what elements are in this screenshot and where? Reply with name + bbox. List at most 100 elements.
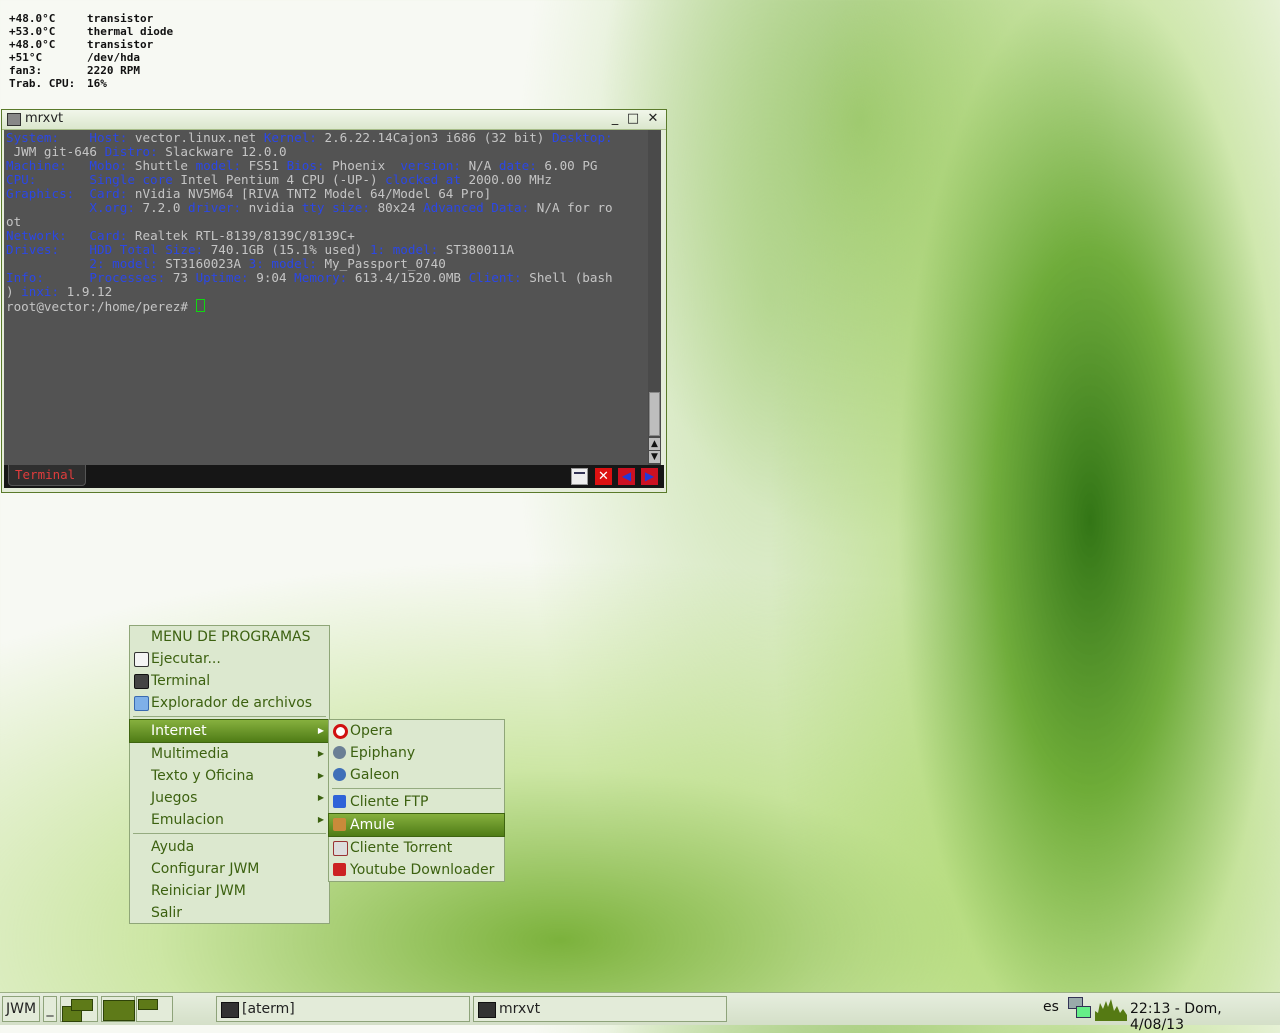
terminal-value: nvidia — [248, 200, 302, 215]
terminal-label: Memory: — [294, 270, 355, 285]
keyboard-layout[interactable]: es — [1043, 999, 1059, 1015]
terminal-value: ot — [6, 214, 22, 229]
terminal-value: Phoenix — [332, 158, 401, 173]
menu-separator — [133, 716, 326, 717]
task-label: [aterm] — [242, 1001, 295, 1017]
window-title: mrxvt — [25, 111, 64, 126]
menu-separator — [133, 833, 326, 834]
terminal-label: Bios: — [286, 158, 333, 173]
terminal-label: 3: model: — [248, 256, 325, 271]
sensor-label: thermal diode — [87, 25, 174, 38]
pager-desktop-2[interactable] — [101, 996, 135, 1022]
terminal-icon — [221, 1002, 239, 1018]
terminal-label: System: Host: — [6, 130, 135, 145]
menu-item-label: Ejecutar... — [151, 651, 221, 667]
sensor-row: Trab. CPU: 16% — [9, 77, 173, 90]
submenu-arrow-icon: ▶ — [317, 771, 324, 780]
prev-tab-icon[interactable]: ◀ — [618, 468, 635, 485]
taskbar: JWM _ [aterm] mrxvt es 22:13 - Dom, 4/08… — [0, 992, 1280, 1033]
menu-item-multimedia[interactable]: Multimedia ▶ — [130, 743, 329, 765]
menu-item-epiphany[interactable]: Epiphany — [329, 742, 504, 764]
menu-item-texto-y-oficina[interactable]: Texto y Oficina ▶ — [130, 765, 329, 787]
sensor-label: 16% — [87, 77, 107, 90]
terminal-line: System: Host: vector.linux.net Kernel: 2… — [6, 131, 613, 145]
terminal-line: ) inxi: 1.9.12 — [6, 285, 112, 299]
menu-item-juegos[interactable]: Juegos ▶ — [130, 787, 329, 809]
maximize-button[interactable]: □ — [624, 111, 642, 126]
folder-icon — [134, 696, 149, 711]
terminal-value: 80x24 — [377, 200, 424, 215]
epiphany-icon — [333, 746, 346, 759]
close-button[interactable]: ✕ — [644, 111, 662, 126]
show-desktop-button[interactable]: _ — [43, 996, 57, 1022]
terminal-icon — [7, 113, 21, 126]
menu-item-explorador-de-archivos[interactable]: Explorador de archivos — [130, 692, 329, 714]
submenu-arrow-icon: ▶ — [317, 726, 324, 735]
terminal-value: 1.9.12 — [66, 284, 113, 299]
terminal-value: 6.00 PG — [544, 158, 598, 173]
terminal-output[interactable]: System: Host: vector.linux.net Kernel: 2… — [4, 130, 648, 465]
menu-item-label: Ayuda — [151, 839, 195, 855]
scroll-down-icon[interactable]: ▼ — [649, 451, 660, 463]
terminal-value: 613.4/1520.0MB — [354, 270, 469, 285]
run-icon — [134, 652, 149, 667]
network-icon[interactable] — [1068, 997, 1091, 1019]
terminal-label: X.org: — [6, 200, 143, 215]
terminal-value: 7.2.0 — [142, 200, 188, 215]
pager-desktop-1[interactable] — [60, 996, 98, 1022]
opera-icon — [333, 724, 348, 739]
window-titlebar[interactable]: mrxvt _ □ ✕ — [2, 110, 666, 130]
terminal-line: Info: Processes: 73 Uptime: 9:04 Memory:… — [6, 271, 613, 285]
menu-item-cliente-ftp[interactable]: Cliente FTP — [329, 791, 504, 813]
scrollbar-thumb[interactable] — [649, 392, 660, 436]
terminal-line: JWM git-646 Distro: Slackware 12.0.0 — [6, 145, 287, 159]
terminal-value: Intel Pentium 4 CPU (-UP-) — [180, 172, 386, 187]
next-tab-icon[interactable]: ▶ — [641, 468, 658, 485]
sensor-value: +48.0°C — [9, 12, 56, 25]
scroll-up-icon[interactable]: ▲ — [649, 438, 660, 450]
new-tab-icon[interactable] — [571, 468, 588, 485]
terminal-value: N/A for ro — [536, 200, 613, 215]
menu-item-ayuda[interactable]: Ayuda — [130, 836, 329, 858]
sensor-row: +53.0°C thermal diode — [9, 25, 173, 38]
menu-item-ejecutar[interactable]: Ejecutar... — [130, 648, 329, 670]
terminal-prompt-line[interactable]: root@vector:/home/perez# — [6, 299, 205, 314]
ftp-icon — [333, 795, 346, 808]
menu-item-emulacion[interactable]: Emulacion ▶ — [130, 809, 329, 831]
terminal-line: Machine: Mobo: Shuttle model: FS51 Bios:… — [6, 159, 598, 173]
sensor-value: fan3: — [9, 64, 43, 77]
terminal-value: 9:04 — [256, 270, 295, 285]
menu-item-opera[interactable]: Opera — [329, 720, 504, 742]
start-button[interactable]: JWM — [2, 996, 40, 1022]
terminal-label: Desktop: — [551, 130, 613, 145]
terminal-scrollbar[interactable]: ▲ ▼ — [648, 130, 661, 465]
task-aterm[interactable]: [aterm] — [216, 996, 470, 1022]
menu-item-internet[interactable]: Internet ▶ — [129, 719, 330, 743]
mrxvt-window[interactable]: mrxvt _ □ ✕ System: Host: vector.linux.n… — [1, 109, 667, 493]
menu-item-salir[interactable]: Salir — [130, 902, 329, 924]
terminal-line: ot — [6, 215, 21, 229]
menu-item-amule[interactable]: Amule — [328, 813, 505, 837]
terminal-value: 2.6.22.14Cajon3 i686 (32 bit) — [324, 130, 552, 145]
sensor-readout: +48.0°C transistor +53.0°C thermal diode +48… — [9, 12, 173, 90]
menu-item-reiniciar-jwm[interactable]: Reiniciar JWM — [130, 880, 329, 902]
menu-item-label: Terminal — [151, 673, 211, 689]
close-tab-icon[interactable]: ✕ — [595, 468, 612, 485]
tab-terminal[interactable]: Terminal — [8, 465, 86, 486]
text-cursor — [195, 299, 205, 312]
menu-item-label: Salir — [151, 905, 183, 921]
terminal-value: 740.1GB (15.1% used) — [210, 242, 370, 257]
menu-item-label: Juegos — [151, 790, 198, 806]
menu-item-youtube-downloader[interactable]: Youtube Downloader — [329, 859, 504, 881]
terminal-label: 2: model: — [6, 256, 166, 271]
menu-item-terminal[interactable]: Terminal — [130, 670, 329, 692]
clock[interactable]: 22:13 - Dom, 4/08/13 — [1130, 1001, 1280, 1033]
pager-desktop-3[interactable] — [136, 996, 173, 1022]
minimize-button[interactable]: _ — [606, 111, 624, 126]
menu-item-galeon[interactable]: Galeon — [329, 764, 504, 786]
menu-item-cliente-torrent[interactable]: Cliente Torrent — [329, 837, 504, 859]
task-mrxvt[interactable]: mrxvt — [473, 996, 727, 1022]
terminal-label: clocked at — [385, 172, 469, 187]
sensor-label: 2220 RPM — [87, 64, 140, 77]
menu-item-configurar-jwm[interactable]: Configurar JWM — [130, 858, 329, 880]
